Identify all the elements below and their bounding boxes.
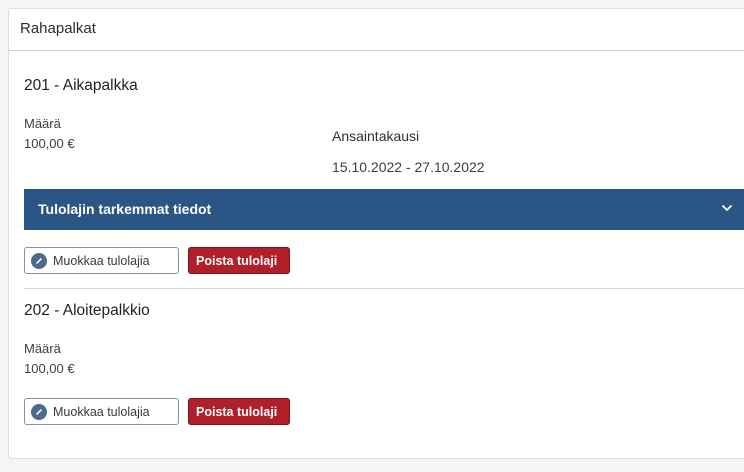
amount-value: 100,00 € <box>24 361 75 376</box>
delete-button-label: Poista tulolaji <box>196 405 278 419</box>
pencil-icon <box>31 404 47 420</box>
delete-income-type-button[interactable]: Poista tulolaji <box>188 398 290 425</box>
earnings-card: Rahapalkat 201 - Aikapalkka Määrä 100,00… <box>8 8 744 459</box>
delete-button-label: Poista tulolaji <box>196 254 278 268</box>
details-toggle-label: Tulolajin tarkemmat tiedot <box>38 201 212 217</box>
section-title: Rahapalkat <box>20 20 96 37</box>
earning-period-label: Ansaintakausi <box>332 128 420 144</box>
edit-income-type-button[interactable]: Muokkaa tulolajia <box>24 398 179 425</box>
earning-period-value: 15.10.2022 - 27.10.2022 <box>332 159 485 175</box>
edit-button-label: Muokkaa tulolajia <box>53 254 150 268</box>
income-type-details-toggle[interactable]: Tulolajin tarkemmat tiedot <box>24 189 744 230</box>
amount-label: Määrä <box>24 341 61 356</box>
pencil-icon <box>31 253 47 269</box>
amount-value: 100,00 € <box>24 136 75 151</box>
item-divider <box>24 288 744 289</box>
amount-label: Määrä <box>24 116 61 131</box>
title-divider <box>9 50 744 51</box>
item-heading-201: 201 - Aikapalkka <box>24 77 138 94</box>
chevron-down-icon <box>722 205 732 211</box>
edit-button-label: Muokkaa tulolajia <box>53 405 150 419</box>
item-heading-202: 202 - Aloitepalkkio <box>24 302 150 319</box>
delete-income-type-button[interactable]: Poista tulolaji <box>188 247 290 274</box>
edit-income-type-button[interactable]: Muokkaa tulolajia <box>24 247 179 274</box>
